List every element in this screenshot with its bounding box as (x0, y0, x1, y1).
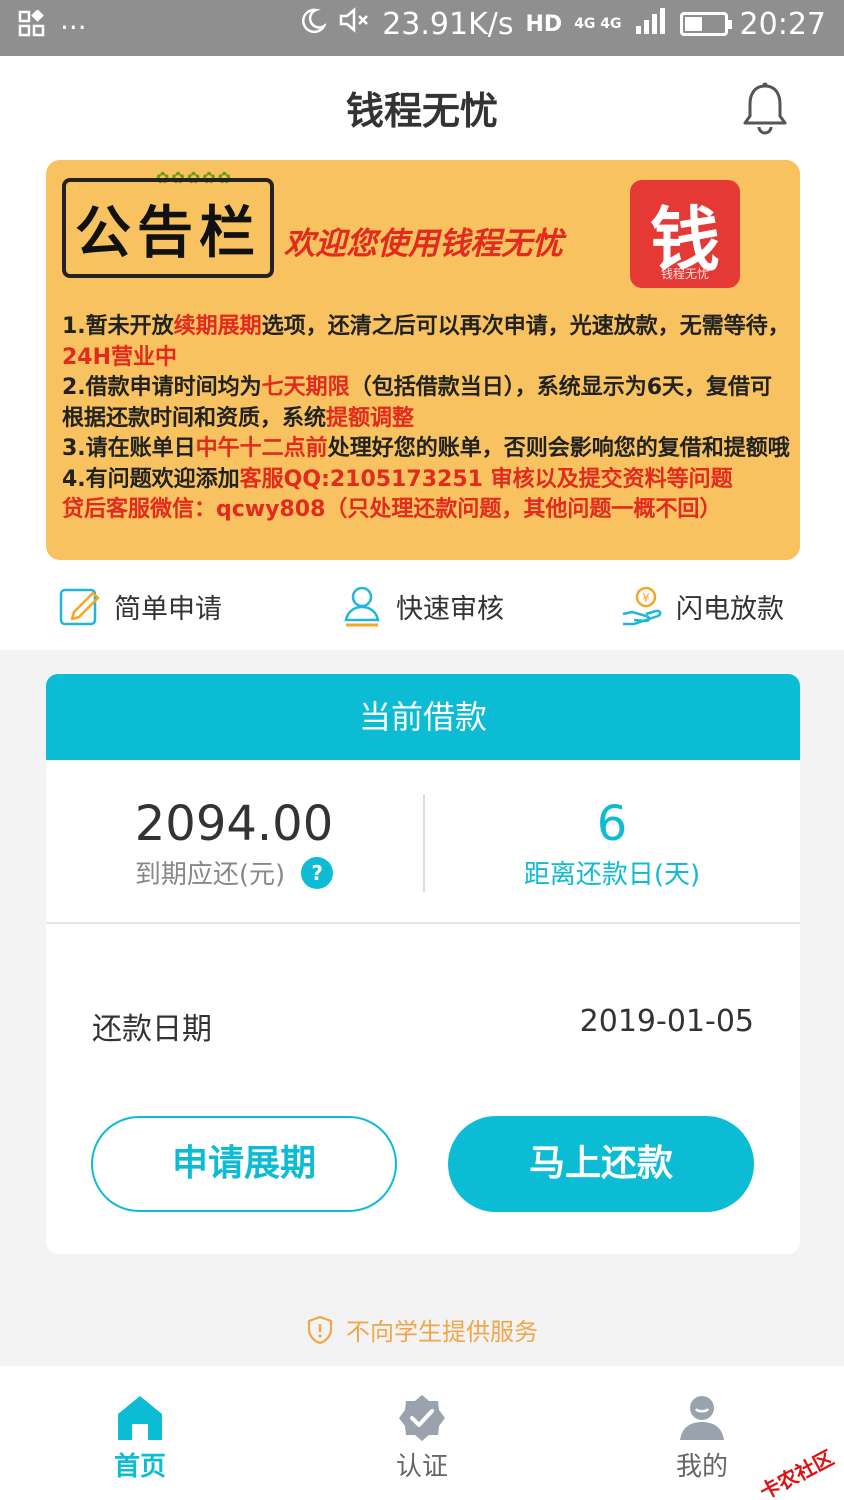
notice-text-span: 4.有问题欢迎添加 (62, 466, 240, 492)
notice-line-4: 4.有问题欢迎添加客服QQ:2105173251 审核以及提交资料等问题 (62, 465, 792, 496)
app-grid-icon (18, 9, 46, 45)
repay-now-button[interactable]: 马上还款 (448, 1116, 754, 1212)
shield-warning-icon (307, 1315, 333, 1344)
nav-verify-label: 认证 (395, 1452, 448, 1482)
app-logo: 钱 钱程无忧 (630, 180, 740, 288)
mute-icon (338, 6, 370, 42)
logo-subtitle: 钱程无忧 (660, 267, 709, 281)
svg-text:¥: ¥ (642, 591, 650, 605)
nav-profile[interactable]: 我的 (642, 1392, 762, 1483)
no-students-text: 不向学生提供服务 (346, 1318, 538, 1346)
feature-label: 闪电放款 (676, 593, 784, 625)
repay-date-row: 还款日期 2019-01-05 (92, 1004, 754, 1048)
notice-highlight: 续期展期 (173, 314, 262, 339)
signal-icon (634, 7, 668, 42)
amount-due-label-row: 到期应还(元) ? (46, 854, 422, 891)
notice-text-span: 选项，还清之后可以再次申请，光速放款，无需等待， (261, 314, 790, 339)
coin-hand-icon: ¥ (622, 586, 662, 626)
more-notifications-icon: ··· (60, 11, 87, 44)
network-hd: HD (525, 11, 563, 37)
page-title: 钱程无忧 (345, 89, 498, 133)
notice-welcome: 欢迎您使用钱程无忧 (284, 226, 563, 262)
nav-profile-label: 我的 (675, 1452, 728, 1482)
loan-summary-row: 2094.00 到期应还(元) ? 6 距离还款日(天) (46, 760, 800, 924)
user-check-icon (344, 586, 380, 627)
battery-icon (679, 12, 732, 36)
verify-badge-icon (399, 1395, 445, 1441)
notice-highlight: 提额调整 (326, 405, 415, 431)
notice-section: ✿✿✿✿✿ 公告栏 欢迎您使用钱程无忧 钱 钱程无忧 1.暂未开放续期展期选项，… (0, 156, 844, 562)
clock: 20:27 (739, 6, 826, 42)
no-students-notice: 不向学生提供服务 (0, 1312, 844, 1347)
network-speed: 23.91K/s (382, 6, 514, 42)
battery-level (684, 17, 702, 31)
notice-text-span: 2.借款申请时间均为 (62, 375, 262, 400)
feature-label: 简单申请 (114, 593, 222, 625)
notice-line-2: 2.借款申请时间均为七天期限（包括借款当日），系统显示为6天，复借可根据还款时间… (62, 373, 792, 434)
notice-text-span: 处理好您的账单，否则会影响您的复借和提额哦 (327, 436, 790, 461)
nav-home-label: 首页 (113, 1452, 166, 1482)
status-bar: ··· 23.91K/s HD 4G 4G 20:27 (0, 0, 844, 56)
edit-icon (59, 588, 100, 626)
network-gen: 4G 4G (574, 16, 622, 32)
app-header: 钱程无忧 (0, 56, 844, 156)
notice-board-title: 公告栏 (62, 178, 274, 278)
feature-row: 简单申请 快速审核 ¥ 闪电放款 (0, 562, 844, 650)
amount-due-block: 2094.00 到期应还(元) ? (46, 760, 422, 924)
watermark: 卡农社区 (755, 1445, 838, 1500)
notice-line-3: 3.请在账单日中午十二点前处理好您的账单，否则会影响您的复借和提额哦 (62, 434, 792, 465)
moon-icon (300, 7, 328, 42)
bell-icon[interactable] (740, 82, 790, 136)
notice-text-span: 1.暂未开放 (62, 314, 174, 339)
bottom-nav: 首页 认证 我的 卡农社区 (0, 1366, 844, 1500)
profile-icon (680, 1396, 724, 1440)
notice-banner[interactable]: ✿✿✿✿✿ 公告栏 欢迎您使用钱程无忧 钱 钱程无忧 1.暂未开放续期展期选项，… (46, 160, 800, 560)
days-until-due: 6 (596, 796, 628, 852)
notice-highlight: 客服QQ:2105173251 审核以及提交资料等问题 (239, 466, 733, 492)
loan-card-title: 当前借款 (46, 674, 800, 760)
amount-due: 2094.00 (134, 796, 334, 852)
feature-fast-review: 快速审核 (340, 584, 504, 628)
notice-line-5: 贷后客服微信：qcwy808（只处理还款问题，其他问题一概不回） (62, 497, 722, 522)
feature-instant-loan: ¥ 闪电放款 (620, 584, 784, 628)
repay-date-value: 2019-01-05 (579, 1004, 754, 1039)
amount-due-label: 到期应还(元) (134, 860, 286, 890)
notice-line-1: 1.暂未开放续期展期选项，还清之后可以再次申请，光速放款，无需等待， 24H营业中 (62, 312, 792, 373)
notice-highlight: 七天期限 (261, 375, 350, 400)
extend-loan-button[interactable]: 申请展期 (91, 1116, 397, 1212)
home-icon (118, 1396, 162, 1440)
feature-simple-apply: 简单申请 (58, 584, 222, 628)
notice-highlight: 中午十二点前 (195, 436, 328, 461)
repay-date-label: 还款日期 (92, 1012, 212, 1047)
days-left-block: 6 距离还款日(天) (424, 760, 800, 924)
notice-highlight: 24H营业中 (62, 344, 178, 370)
feature-label: 快速审核 (396, 593, 504, 625)
nav-home[interactable]: 首页 (80, 1392, 200, 1483)
notice-text: 1.暂未开放续期展期选项，还清之后可以再次申请，光速放款，无需等待， 24H营业中… (62, 312, 792, 526)
days-until-due-label: 距离还款日(天) (523, 860, 701, 890)
help-icon[interactable]: ? (301, 856, 334, 889)
notice-text-span: 3.请在账单日 (62, 436, 196, 461)
nav-verify[interactable]: 认证 (362, 1392, 482, 1483)
current-loan-card: 当前借款 2094.00 到期应还(元) ? 6 距离还款日(天) 还款日期 2… (46, 674, 800, 1254)
